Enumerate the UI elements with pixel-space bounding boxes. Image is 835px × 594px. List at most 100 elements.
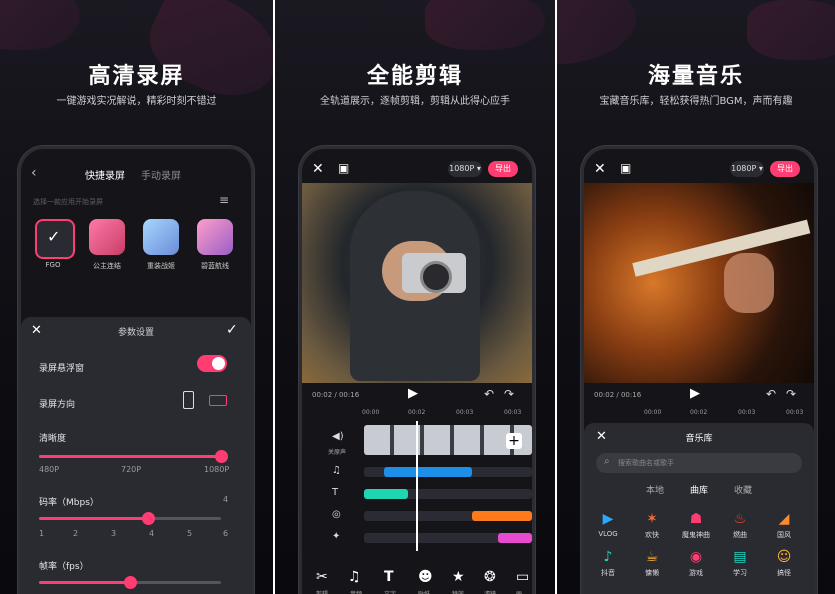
- close-icon[interactable]: ✕: [312, 161, 324, 177]
- phone-mockup: ✕ ▣ 1080P ▾ 导出 00:02 / 00:16 ▶ ↶ ↷ 00:00…: [581, 146, 817, 594]
- effect-clip[interactable]: [498, 533, 532, 543]
- video-icon: ▶: [602, 511, 614, 527]
- app-tile-azur[interactable]: [197, 219, 233, 255]
- category-item[interactable]: ▶ VLOG: [588, 511, 628, 538]
- bitrate-slider[interactable]: [39, 512, 221, 525]
- confirm-icon[interactable]: ✓: [226, 322, 238, 338]
- tab-library[interactable]: 曲库: [690, 483, 708, 496]
- category-item[interactable]: ♪ 抖音: [588, 549, 628, 578]
- filter-icon[interactable]: ❂: [484, 569, 496, 585]
- tool-label: 文字: [384, 589, 396, 594]
- tool-label: 画: [516, 589, 522, 594]
- playhead[interactable]: [416, 421, 418, 551]
- bitrate-tick: 5: [187, 529, 193, 538]
- subline: 一键游戏实况解说，精彩时刻不错过: [56, 96, 217, 107]
- category-item[interactable]: ♨ 燃曲: [720, 511, 760, 540]
- export-button[interactable]: 导出: [488, 161, 518, 177]
- category-label: 搞怪: [777, 569, 791, 577]
- category-label: VLOG: [598, 530, 618, 538]
- book-icon: ▤: [733, 549, 747, 565]
- gamepad-icon: ◉: [689, 549, 703, 565]
- music-clip[interactable]: [384, 467, 472, 477]
- volume-icon[interactable]: ◀): [332, 431, 344, 442]
- app-tile-princess[interactable]: [89, 219, 125, 255]
- tab-quick-record[interactable]: 快捷录屏: [85, 167, 125, 182]
- tab-local[interactable]: 本地: [646, 483, 664, 496]
- ruler-tick: 00:02: [690, 409, 708, 416]
- category-item[interactable]: ▤ 学习: [720, 549, 760, 578]
- clarity-tick: 480P: [39, 465, 60, 474]
- resolution-select[interactable]: 1080P ▾: [730, 161, 764, 177]
- tab-favorites[interactable]: 收藏: [734, 483, 752, 496]
- redo-icon[interactable]: ↷: [786, 387, 796, 401]
- sticker-clip[interactable]: [472, 511, 532, 521]
- ruler-tick: 00:03: [786, 409, 804, 416]
- scissors-icon[interactable]: ✂: [316, 569, 328, 585]
- menu-icon[interactable]: ≡: [219, 193, 229, 207]
- app-tile-heavy[interactable]: [143, 219, 179, 255]
- tool-label: 贴纸: [418, 589, 430, 594]
- bitrate-label: 码率（Mbps）: [39, 498, 99, 508]
- category-label: 燃曲: [733, 531, 747, 539]
- text-icon[interactable]: T: [384, 569, 394, 585]
- save-icon[interactable]: ▣: [338, 161, 349, 175]
- music-note-icon[interactable]: ♫: [348, 569, 361, 585]
- landscape-option[interactable]: [209, 395, 227, 406]
- ruler-tick: 00:03: [738, 409, 756, 416]
- fps-slider[interactable]: [39, 576, 221, 589]
- category-item[interactable]: ◢ 国风: [764, 511, 804, 540]
- effect-track-icon[interactable]: ✦: [332, 531, 340, 542]
- slider-knob[interactable]: [215, 450, 228, 463]
- category-grid: ▶ VLOG ✶ 欢快 ☗ 魔鬼神曲 ♨ 燃曲 ◢ 国风 ♪ 抖音 ☕ 慵懒 ◉ 游戏 ▤ 学习 ☺ 搞怪: [588, 511, 810, 591]
- text-track-icon[interactable]: T: [332, 487, 338, 498]
- party-icon: ✶: [646, 511, 658, 527]
- play-icon[interactable]: ▶: [690, 386, 700, 401]
- portrait-option[interactable]: [183, 391, 194, 409]
- redo-icon[interactable]: ↷: [504, 387, 514, 401]
- bitrate-tick: 2: [73, 529, 79, 538]
- bitrate-top-value: 4: [223, 495, 229, 504]
- panel-music: 海量音乐 宝藏音乐库，轻松获得热门BGM，声而有趣 ✕ ▣ 1080P ▾ 导出…: [557, 0, 835, 594]
- panel-editor: 全能剪辑 全轨道展示，逐帧剪辑，剪辑从此得心应手 ✕ ▣ 1080P ▾ 导出 …: [275, 0, 555, 594]
- rocket-icon: ☗: [689, 511, 703, 527]
- text-clip[interactable]: [364, 489, 408, 499]
- slider-knob[interactable]: [142, 512, 156, 525]
- tab-manual-record[interactable]: 手动录屏: [141, 167, 181, 182]
- settings-sheet: ✕ 参数设置 ✓ 录屏悬浮窗 录屏方向 清晰度 480P 720P 1080P …: [21, 317, 251, 594]
- note-icon: ♪: [603, 549, 613, 565]
- category-item[interactable]: ☕ 慵懒: [632, 549, 672, 578]
- app-label: FGO: [45, 261, 61, 269]
- clarity-tick: 720P: [121, 465, 142, 474]
- back-icon[interactable]: ‹: [31, 165, 37, 181]
- category-item[interactable]: ☗ 魔鬼神曲: [676, 511, 716, 540]
- app-tile-fgo[interactable]: ✓: [35, 219, 75, 259]
- slider-knob[interactable]: [124, 576, 137, 589]
- bitrate-tick: 3: [111, 529, 117, 538]
- canvas-icon[interactable]: ▭: [516, 569, 529, 585]
- resolution-select[interactable]: 1080P ▾: [448, 161, 482, 177]
- undo-icon[interactable]: ↶: [766, 387, 776, 401]
- save-icon[interactable]: ▣: [620, 161, 631, 175]
- sticker-icon[interactable]: ☻: [418, 569, 433, 585]
- add-clip-button[interactable]: +: [506, 433, 522, 449]
- orientation-label: 录屏方向: [39, 400, 76, 410]
- sticker-track-icon[interactable]: ◎: [332, 509, 341, 520]
- effect-icon[interactable]: ★: [452, 569, 465, 585]
- app-label: 公主连结: [93, 262, 121, 270]
- category-item[interactable]: ◉ 游戏: [676, 549, 716, 578]
- floating-window-toggle[interactable]: [197, 355, 227, 372]
- music-library-sheet: ✕ 音乐库 ⌕ 搜索歌曲名或歌手 本地 曲库 收藏 ▶ VLOG ✶ 欢快 ☗ 魔鬼神曲 ♨…: [584, 423, 814, 594]
- emoji-icon: ☺: [776, 549, 792, 565]
- music-track-icon[interactable]: ♫: [332, 465, 341, 476]
- clarity-slider[interactable]: [39, 450, 228, 463]
- tool-label: 剪辑: [316, 589, 328, 594]
- app-label: 重装战姬: [147, 262, 175, 270]
- close-icon[interactable]: ✕: [594, 161, 606, 177]
- undo-icon[interactable]: ↶: [484, 387, 494, 401]
- export-button[interactable]: 导出: [770, 161, 800, 177]
- search-input[interactable]: ⌕ 搜索歌曲名或歌手: [596, 453, 802, 473]
- category-item[interactable]: ✶ 欢快: [632, 511, 672, 540]
- fan-icon: ◢: [778, 511, 790, 527]
- play-icon[interactable]: ▶: [408, 386, 418, 401]
- category-item[interactable]: ☺ 搞怪: [764, 549, 804, 578]
